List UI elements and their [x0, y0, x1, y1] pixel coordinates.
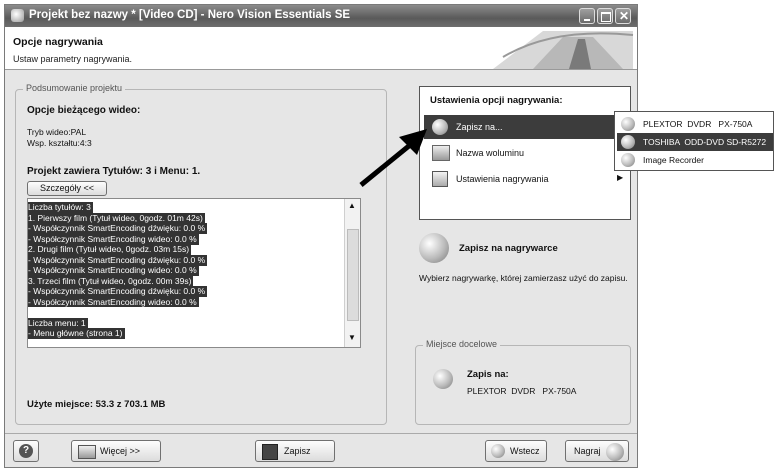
- footer-bar: ? Więcej >> Zapisz Wstecz Nagraj: [5, 433, 637, 467]
- details-line: 2. Drugi film (Tytuł wideo, 0godz. 03m 1…: [28, 244, 192, 255]
- chevron-right-icon: ▶: [617, 173, 624, 182]
- maximize-button[interactable]: [597, 8, 613, 24]
- details-button[interactable]: Szczegóły <<: [27, 181, 107, 196]
- scroll-down-icon[interactable]: ▼: [348, 333, 356, 342]
- used-space-text: Użyte miejsce: 53.3 z 703.1 MB: [27, 399, 166, 410]
- burn-to-submenu: PLEXTOR DVDR PX-750A TOSHIBA ODD-DVD SD-…: [614, 111, 774, 171]
- submenu-item-toshiba-label: TOSHIBA ODD-DVD SD-R5272: [643, 137, 767, 147]
- submenu-item-image-recorder[interactable]: Image Recorder: [617, 151, 773, 169]
- current-video-heading: Opcje bieżącego wideo:: [27, 105, 141, 116]
- close-icon: ✕: [619, 9, 630, 23]
- main-window: Projekt bez nazwy * [Video CD] - Nero Vi…: [4, 4, 638, 468]
- page-header: Opcje nagrywania Ustaw parametry nagrywa…: [5, 27, 637, 70]
- details-line: - Współczynnik SmartEncoding dźwięku: 0.…: [28, 223, 208, 234]
- minimize-button[interactable]: [579, 8, 595, 24]
- back-icon: [491, 444, 505, 458]
- burn-disc-icon: [606, 443, 624, 461]
- menu-item-volume-name[interactable]: Nazwa woluminu ▶: [424, 141, 626, 165]
- details-line: - Współczynnik SmartEncoding dźwięku: 0.…: [28, 254, 208, 266]
- submenu-item-toshiba[interactable]: TOSHIBA ODD-DVD SD-R5272: [617, 133, 773, 151]
- video-mode-text: Tryb wideo:PAL: [27, 127, 87, 137]
- more-button[interactable]: Więcej >>: [71, 440, 161, 462]
- help-icon: ?: [19, 444, 33, 458]
- more-button-label: Więcej >>: [100, 446, 141, 456]
- details-button-label: Szczegóły <<: [39, 183, 95, 193]
- back-button[interactable]: Wstecz: [485, 440, 547, 462]
- details-line: 3. Trzeci film (Tytuł wideo, 0godz. 00m …: [28, 275, 194, 287]
- header-graphic: [473, 27, 637, 69]
- details-line: - Menu główne (strona 1): [28, 328, 125, 339]
- details-line: - Współczynnik SmartEncoding dźwięku: 0.…: [28, 286, 208, 297]
- burn-options-panel: Ustawienia opcji nagrywania: Zapisz na..…: [419, 86, 631, 220]
- aspect-ratio-text: Wsp. kształtu:4:3: [27, 138, 92, 148]
- menu-item-volume-name-label: Nazwa woluminu: [456, 148, 525, 158]
- details-line: - Współczynnik SmartEncoding wideo: 0.0 …: [28, 265, 199, 276]
- burn-button-label: Nagraj: [574, 446, 601, 456]
- details-line: [28, 307, 346, 318]
- destination-label: Miejsce docelowe: [423, 339, 501, 349]
- details-listbox[interactable]: Liczba tytułów: 3 1. Pierwszy film (Tytuł…: [27, 198, 361, 348]
- save-button-label: Zapisz: [284, 446, 311, 456]
- pointer-arrow-graphic: [359, 129, 427, 187]
- menu-item-burn-settings-label: Ustawienia nagrywania: [456, 174, 549, 184]
- project-summary-label: Podsumowanie projektu: [23, 83, 126, 93]
- destination-device: PLEXTOR DVDR PX-750A: [467, 386, 577, 396]
- close-button[interactable]: ✕: [615, 8, 631, 24]
- recorder-icon: [621, 117, 635, 131]
- submenu-item-plextor[interactable]: PLEXTOR DVDR PX-750A: [617, 115, 773, 133]
- burn-to-title: Zapisz na nagrywarce: [459, 243, 558, 254]
- menu-item-burn-to[interactable]: Zapisz na... ▶: [424, 115, 626, 139]
- help-button[interactable]: ?: [13, 440, 39, 462]
- recorder-icon: [621, 135, 635, 149]
- menu-item-burn-settings[interactable]: Ustawienia nagrywania ▶: [424, 167, 626, 191]
- title-bar[interactable]: Projekt bez nazwy * [Video CD] - Nero Vi…: [5, 5, 637, 27]
- details-line: Liczba tytułów: 3: [28, 202, 93, 213]
- details-line: Liczba menu: 1: [28, 317, 88, 329]
- back-button-label: Wstecz: [510, 446, 540, 456]
- project-contents-text: Projekt zawiera Tytułów: 3 i Menu: 1.: [27, 166, 201, 177]
- app-icon: [11, 9, 24, 22]
- save-icon: [262, 444, 278, 460]
- details-line: 1. Pierwszy film (Tytuł wideo, 0godz. 01…: [28, 212, 205, 224]
- burn-button[interactable]: Nagraj: [565, 440, 629, 462]
- save-button[interactable]: Zapisz: [255, 440, 335, 462]
- burn-to-description: Wybierz nagrywarkę, której zamierzasz uż…: [419, 273, 628, 283]
- destination-title: Zapis na:: [467, 369, 509, 380]
- details-line: - Współczynnik SmartEncoding wideo: 0.0 …: [28, 233, 199, 245]
- page-subtitle: Ustaw parametry nagrywania.: [13, 54, 133, 64]
- submenu-item-plextor-label: PLEXTOR DVDR PX-750A: [643, 119, 753, 129]
- page-title: Opcje nagrywania: [13, 36, 103, 48]
- details-line: - Współczynnik SmartEncoding wideo: 0.0 …: [28, 296, 199, 308]
- window-title: Projekt bez nazwy * [Video CD] - Nero Vi…: [29, 9, 351, 21]
- burn-options-heading: Ustawienia opcji nagrywania:: [430, 95, 563, 106]
- image-recorder-icon: [621, 153, 635, 167]
- scroll-thumb[interactable]: [347, 229, 359, 321]
- scroll-up-icon[interactable]: ▲: [348, 201, 356, 210]
- drive-icon: [433, 369, 453, 389]
- more-icon: [78, 445, 96, 459]
- details-scrollbar[interactable]: ▲ ▼: [344, 199, 360, 347]
- menu-item-burn-to-label: Zapisz na...: [456, 122, 503, 132]
- submenu-item-image-recorder-label: Image Recorder: [643, 155, 704, 165]
- recorder-icon: [419, 233, 449, 263]
